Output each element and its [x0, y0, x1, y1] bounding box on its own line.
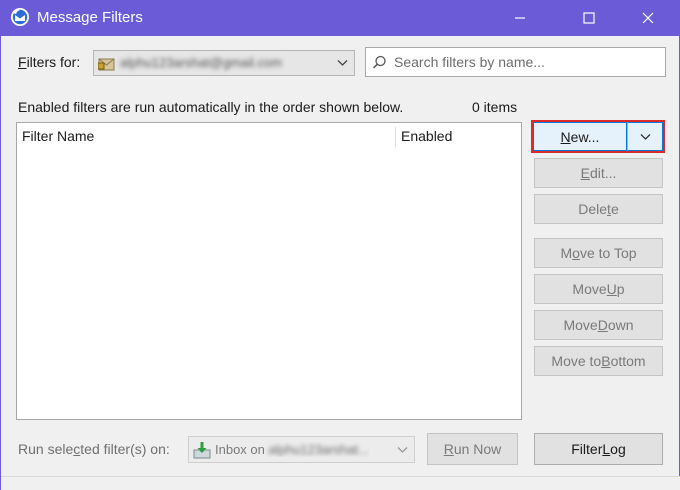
move-up-button[interactable]: Move Up — [534, 274, 663, 304]
column-filter-name[interactable]: Filter Name — [22, 128, 94, 144]
chevron-down-icon — [337, 60, 348, 66]
new-dropdown-button[interactable] — [627, 122, 663, 151]
delete-button[interactable]: Dele t e — [534, 194, 663, 224]
item-count: 0 items — [472, 99, 518, 115]
new-filter-split-button[interactable]: New... — [531, 120, 665, 153]
minimize-button[interactable] — [497, 0, 543, 36]
filters-for-label: Filters for: — [18, 54, 81, 70]
move-to-top-button[interactable]: Mo ve to Top — [534, 238, 663, 268]
mail-account-icon — [98, 58, 115, 71]
window-title: Message Filters — [37, 9, 143, 26]
filter-list[interactable]: Filter Name Enabled — [16, 122, 522, 420]
close-button[interactable] — [625, 0, 671, 36]
filter-log-button[interactable]: Filter Log — [534, 433, 663, 465]
account-select[interactable]: alphu123arshat@gmail.com — [93, 50, 355, 76]
chevron-down-icon — [640, 133, 650, 140]
run-folder-value: Inbox on alphu123arshat... — [215, 442, 369, 457]
run-now-button[interactable]: Run Now — [427, 433, 518, 465]
search-icon — [372, 55, 386, 69]
info-text: Enabled filters are run automatically in… — [18, 99, 404, 115]
maximize-button[interactable] — [566, 0, 612, 36]
inbox-download-icon — [193, 442, 211, 459]
search-field[interactable] — [365, 47, 666, 77]
close-icon — [642, 12, 654, 24]
maximize-icon — [583, 12, 595, 24]
new-button[interactable]: New... — [533, 122, 627, 151]
message-filters-window: Message Filters Filters for: alphu123ars… — [0, 0, 680, 490]
status-bar — [1, 476, 680, 490]
column-separator — [395, 127, 396, 147]
search-input[interactable] — [392, 51, 657, 73]
account-value: alphu123arshat@gmail.com — [120, 55, 283, 70]
title-bar[interactable]: Message Filters — [1, 0, 680, 36]
move-to-bottom-button[interactable]: Move to Bottom — [534, 346, 663, 376]
minimize-icon — [515, 17, 525, 19]
edit-button[interactable]: Edit... — [534, 158, 663, 188]
filter-list-header: Filter Name Enabled — [17, 123, 521, 150]
move-down-button[interactable]: Move Down — [534, 310, 663, 340]
column-enabled[interactable]: Enabled — [401, 128, 452, 144]
thunderbird-icon — [11, 8, 29, 26]
run-selected-label: Run selected filter(s) on: — [18, 441, 170, 457]
run-folder-select[interactable]: Inbox on alphu123arshat... — [188, 436, 415, 463]
chevron-down-icon — [397, 447, 408, 453]
